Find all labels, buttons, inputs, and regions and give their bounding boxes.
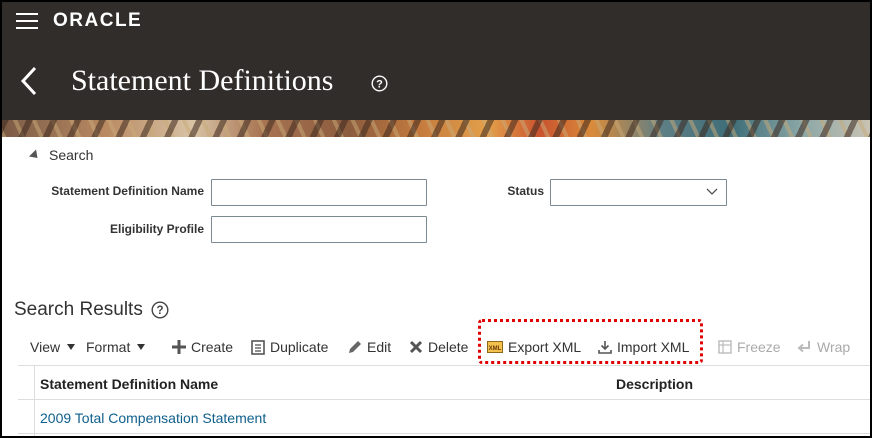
statement-name-link[interactable]: 2009 Total Compensation Statement — [40, 410, 266, 426]
help-icon[interactable]: ? — [371, 75, 388, 92]
table-row[interactable]: 2009 Total Compensation Statement — [18, 400, 870, 434]
chevron-down-icon — [706, 188, 718, 195]
delete-x-icon — [409, 340, 423, 354]
results-toolbar: View Format Create Duplicate Edit Delete… — [2, 335, 870, 363]
freeze-icon — [718, 340, 732, 354]
freeze-button[interactable]: Freeze — [718, 339, 781, 355]
wrap-button[interactable]: Wrap — [796, 339, 850, 355]
wrap-icon — [797, 341, 810, 353]
statement-definition-name-input[interactable] — [211, 179, 427, 206]
create-button[interactable]: Create — [172, 339, 233, 355]
search-section-toggle[interactable]: Search — [28, 147, 94, 163]
format-menu[interactable]: Format — [86, 339, 146, 355]
results-table-header: Statement Definition Name Description — [18, 365, 870, 400]
menu-icon[interactable] — [16, 13, 38, 29]
caret-down-icon — [137, 344, 146, 350]
delete-button[interactable]: Delete — [409, 339, 468, 355]
svg-text:?: ? — [156, 305, 163, 317]
statement-definition-name-label: Statement Definition Name — [51, 184, 204, 198]
oracle-logo[interactable]: ORACLE — [53, 10, 142, 32]
duplicate-button[interactable]: Duplicate — [251, 339, 328, 355]
plus-icon — [172, 340, 186, 354]
eligibility-profile-input[interactable] — [211, 216, 427, 243]
eligibility-profile-label: Eligibility Profile — [109, 222, 204, 236]
app-frame: ORACLE Statement Definitions ? Search St… — [0, 0, 872, 438]
column-header-name[interactable]: Statement Definition Name — [40, 376, 218, 392]
view-menu[interactable]: View — [30, 339, 76, 355]
pencil-icon — [349, 340, 361, 353]
status-label: Status — [507, 184, 544, 198]
edit-button[interactable]: Edit — [347, 339, 391, 355]
column-header-description[interactable]: Description — [616, 376, 693, 392]
caret-down-icon — [67, 344, 76, 350]
status-select[interactable] — [550, 179, 727, 206]
collapse-triangle-icon — [28, 148, 42, 162]
xml-actions-highlight — [478, 319, 703, 364]
back-icon[interactable] — [18, 66, 40, 96]
page-title: Statement Definitions — [71, 64, 334, 97]
svg-text:?: ? — [376, 79, 383, 91]
help-icon[interactable]: ? — [151, 301, 169, 319]
page-header: Statement Definitions ? — [2, 42, 870, 120]
search-section-label: Search — [49, 147, 94, 163]
duplicate-icon — [251, 339, 265, 355]
decorative-banner — [2, 120, 870, 137]
search-results-title: Search Results — [14, 299, 143, 320]
global-header: ORACLE — [2, 2, 870, 42]
search-results-heading: Search Results ? — [14, 299, 169, 321]
